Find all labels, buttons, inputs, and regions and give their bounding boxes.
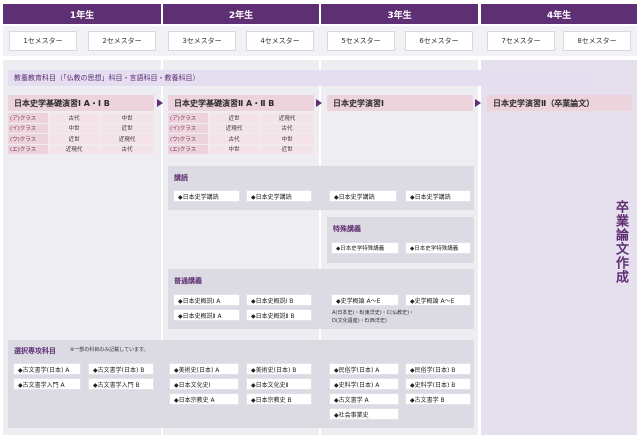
semester-6: 6セメスター — [405, 31, 473, 51]
class-label: (ウ)クラス — [168, 134, 208, 144]
course-item: ◆日本史学講読 — [405, 190, 471, 202]
class-label: (イ)クラス — [8, 123, 48, 133]
course-item: ◆美術史(日本) B — [246, 363, 312, 375]
lecture-reading-panel — [168, 166, 474, 210]
class-period-2: 近世 — [100, 123, 154, 133]
semester-4: 4セメスター — [246, 31, 314, 51]
class-period-1: 中世 — [209, 144, 259, 154]
class-period-2: 古代 — [260, 123, 314, 133]
thesis-label: 卒業論文作成 — [613, 200, 628, 284]
course-item: ◆古文書学 A — [329, 393, 399, 405]
seminar-y2: 日本史学基礎演習Ⅱ A・Ⅱ B — [168, 95, 314, 111]
course-item: ◆日本史概説Ⅰ B — [246, 294, 312, 306]
course-item: ◆史学概論 A～E — [405, 294, 471, 306]
semester-3: 3セメスター — [168, 31, 236, 51]
year-2-header: 2年生 — [163, 4, 319, 24]
seminar-y4: 日本史学演習Ⅱ（卒業論文） — [487, 95, 632, 111]
class-period-2: 近現代 — [260, 113, 314, 123]
course-item: ◆民俗学(日本) A — [329, 363, 399, 375]
elective-note: ※一部の科目のみ記載しています。 — [70, 347, 149, 353]
course-item: ◆日本文化史Ⅱ — [246, 378, 312, 390]
class-label: (ウ)クラス — [8, 134, 48, 144]
class-row: (エ)クラス 中世 近世 — [168, 144, 314, 154]
course-item: ◆古文書学(日本) B — [88, 363, 154, 375]
class-period-1: 古代 — [49, 113, 99, 123]
course-item: ◆日本史概説Ⅱ A — [173, 309, 240, 321]
year-4-header: 4年生 — [481, 4, 637, 24]
course-item: ◆日本宗教史 A — [169, 393, 239, 405]
class-label: (エ)クラス — [8, 144, 48, 154]
course-item: ◆美術史(日本) A — [169, 363, 239, 375]
arrow-right-icon — [157, 99, 163, 107]
semester-2: 2セメスター — [88, 31, 156, 51]
class-label: (エ)クラス — [168, 144, 208, 154]
course-item: ◆日本史学特殊講義 — [331, 242, 399, 254]
semester-7: 7セメスター — [487, 31, 555, 51]
class-row: (ウ)クラス 近世 近現代 — [8, 134, 154, 144]
class-row: (ア)クラス 近世 近現代 — [168, 113, 314, 123]
course-item: ◆史料学(日本) B — [405, 378, 471, 390]
course-item: ◆古文書学入門 B — [88, 378, 154, 390]
class-period-1: 近現代 — [49, 144, 99, 154]
seminar-y3: 日本史学演習Ⅰ — [327, 95, 473, 111]
semester-1: 1セメスター — [9, 31, 77, 51]
class-period-1: 古代 — [209, 134, 259, 144]
course-item: ◆日本文化史Ⅰ — [169, 378, 239, 390]
course-item: ◆民俗学(日本) B — [405, 363, 471, 375]
class-label: (イ)クラス — [168, 123, 208, 133]
course-item: ◆史学概論 A～E — [331, 294, 399, 306]
year-1-header: 1年生 — [3, 4, 161, 24]
class-period-2: 中世 — [100, 113, 154, 123]
class-row: (イ)クラス 中世 近世 — [8, 123, 154, 133]
general-lecture-note: A(日本史)・B(東洋史)・C(仏教史)・ — [332, 310, 415, 316]
course-item: ◆史料学(日本) A — [329, 378, 399, 390]
class-period-2: 近世 — [260, 144, 314, 154]
course-item: ◆日本史学講読 — [246, 190, 312, 202]
class-label: (ア)クラス — [8, 113, 48, 123]
class-row: (エ)クラス 近現代 古代 — [8, 144, 154, 154]
class-period-1: 中世 — [49, 123, 99, 133]
arrow-right-icon — [475, 99, 481, 107]
class-period-2: 中世 — [260, 134, 314, 144]
course-item: ◆古文書学 B — [405, 393, 471, 405]
class-table-y1: (ア)クラス 古代 中世 (イ)クラス 中世 近世 (ウ)クラス 近世 近現代 … — [8, 113, 154, 155]
course-item: ◆日本史概説Ⅱ B — [246, 309, 312, 321]
course-item: ◆日本史概説Ⅰ A — [173, 294, 240, 306]
class-period-1: 近世 — [49, 134, 99, 144]
course-item: ◆社会事業史 — [329, 408, 399, 420]
special-lecture-title: 特殊講義 — [333, 225, 361, 233]
class-row: (ア)クラス 古代 中世 — [8, 113, 154, 123]
general-education-band: 教養教育科目（「仏教の思想」科目・言語科目・教養科目） — [8, 70, 596, 86]
course-item: ◆日本史学講読 — [329, 190, 397, 202]
elective-title: 選択専攻科目 — [14, 347, 56, 355]
class-table-y2: (ア)クラス 近世 近現代 (イ)クラス 近現代 古代 (ウ)クラス 古代 中世… — [168, 113, 314, 155]
year-3-header: 3年生 — [321, 4, 478, 24]
lecture-reading-title: 講読 — [174, 174, 188, 182]
class-row: (イ)クラス 近現代 古代 — [168, 123, 314, 133]
class-period-1: 近世 — [209, 113, 259, 123]
semester-8: 8セメスター — [563, 31, 631, 51]
course-item: ◆日本宗教史 B — [246, 393, 312, 405]
course-item: ◆日本史学講読 — [173, 190, 240, 202]
course-item: ◆古文書学(日本) A — [13, 363, 81, 375]
course-item: ◆日本史学特殊講義 — [405, 242, 471, 254]
class-period-2: 古代 — [100, 144, 154, 154]
seminar-y1: 日本史学基礎演習Ⅰ A・Ⅰ B — [8, 95, 154, 111]
course-item: ◆古文書学入門 A — [13, 378, 81, 390]
class-row: (ウ)クラス 古代 中世 — [168, 134, 314, 144]
general-lecture-note: D(文化遺産)・E(西洋史) — [332, 318, 387, 324]
general-lecture-title: 普通講義 — [174, 277, 202, 285]
arrow-right-icon — [316, 99, 322, 107]
class-period-2: 近現代 — [100, 134, 154, 144]
class-label: (ア)クラス — [168, 113, 208, 123]
semester-5: 5セメスター — [327, 31, 395, 51]
class-period-1: 近現代 — [209, 123, 259, 133]
